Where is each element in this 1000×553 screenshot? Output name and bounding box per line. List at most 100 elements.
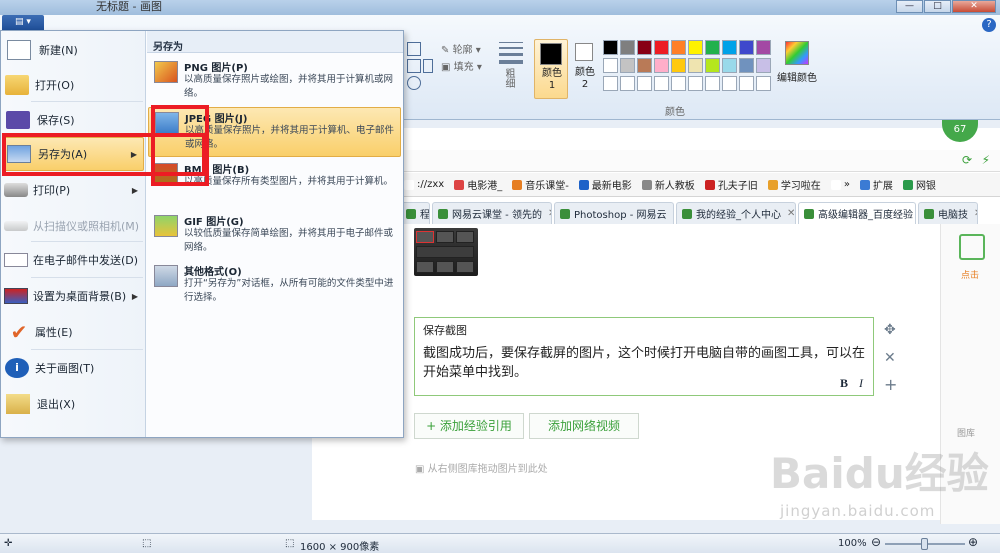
palette-color-swatch[interactable] [671, 58, 686, 73]
zoom-slider[interactable] [885, 538, 965, 550]
app-menu-item[interactable]: 保存(S) [3, 103, 144, 137]
palette-color-swatch[interactable] [603, 76, 618, 91]
palette-color-swatch[interactable] [705, 76, 720, 91]
triangle-shape-icon[interactable] [407, 42, 421, 56]
palette-color-swatch[interactable] [620, 40, 635, 55]
palette-color-swatch[interactable] [637, 76, 652, 91]
format-description: 以高质量保存照片或绘图，并将其用于计算机或网络。 [184, 74, 394, 99]
browser-tab[interactable]: 电脑技 ✕ [918, 202, 978, 224]
bookmark-item[interactable]: 学习啦在 [767, 177, 821, 192]
tab-close-icon[interactable]: ✕ [974, 208, 977, 219]
delete-icon[interactable]: ✕ [884, 350, 896, 366]
color1-button[interactable]: 颜色 1 [534, 39, 568, 99]
minimize-button[interactable]: — [896, 0, 923, 13]
edit-colors-button[interactable]: 编辑颜色 [777, 40, 817, 96]
palette-color-swatch[interactable] [722, 40, 737, 55]
browser-tab[interactable]: 我的经验_个人中心 ✕ [676, 202, 796, 224]
size-button[interactable]: 粗细 [495, 40, 527, 96]
save-format-option[interactable]: 其他格式(O) 打开“另存为”对话框，从所有可能的文件类型中进行选择。 [148, 261, 401, 311]
browser-tab[interactable]: 程序✕ [400, 202, 430, 224]
bookmark-item[interactable]: ://zxx [404, 179, 444, 190]
palette-color-swatch[interactable] [739, 76, 754, 91]
maximize-button[interactable]: □ [924, 0, 951, 13]
app-menu-item[interactable]: 退出(X) [3, 387, 144, 421]
palette-color-swatch[interactable] [637, 58, 652, 73]
side-click-label[interactable]: 点击 [961, 268, 979, 281]
paint-menu-button[interactable]: ▤ ▾ [2, 15, 44, 30]
palette-color-swatch[interactable] [688, 58, 703, 73]
move-icon[interactable]: ✥ [884, 322, 896, 338]
step-editor-box[interactable]: 保存截图 截图成功后，要保存截屏的图片，这个时候打开电脑自带的画图工具，可以在开… [414, 317, 874, 396]
palette-color-swatch[interactable] [620, 76, 635, 91]
add-icon[interactable]: + [884, 375, 897, 394]
callout-shape-icon[interactable] [407, 76, 421, 90]
bookmark-item[interactable]: 电影港_ [454, 177, 502, 192]
palette-color-swatch[interactable] [739, 40, 754, 55]
app-menu-item[interactable]: 打印(P) ▶ [3, 173, 144, 207]
palette-color-swatch[interactable] [705, 58, 720, 73]
step-body-text[interactable]: 截图成功后，要保存截屏的图片，这个时候打开电脑自带的画图工具，可以在开始菜单中找… [423, 344, 871, 382]
lightning-icon[interactable]: ⚡ [982, 153, 990, 167]
colors-group-label: 颜色 [665, 107, 685, 118]
palette-color-swatch[interactable] [722, 76, 737, 91]
zoom-slider-thumb[interactable] [921, 538, 928, 550]
step-title[interactable]: 保存截图 [423, 322, 467, 338]
add-video-button[interactable]: 添加网络视频 [529, 413, 639, 439]
keyboard-thumbnail[interactable] [414, 228, 478, 276]
tab-close-icon[interactable]: ✕ [787, 208, 795, 219]
app-menu-item[interactable]: i 关于画图(T) [3, 351, 144, 385]
app-menu-item[interactable]: ✔ 属性(E) [3, 315, 144, 349]
format-description: 以较低质量保存简单绘图，并将其用于电子邮件或网络。 [184, 228, 394, 253]
palette-color-swatch[interactable] [756, 40, 771, 55]
bookmark-item[interactable]: 新人教板 [641, 177, 695, 192]
palette-color-swatch[interactable] [654, 40, 669, 55]
app-menu-item[interactable]: 设置为桌面背景(B) ▶ [3, 279, 144, 313]
save-format-option[interactable]: GIF 图片(G) 以较低质量保存简单绘图，并将其用于电子邮件或网络。 [148, 211, 401, 261]
palette-color-swatch[interactable] [756, 76, 771, 91]
palette-row [603, 58, 775, 74]
bold-button[interactable]: B [840, 376, 848, 391]
help-icon[interactable]: ? [982, 18, 996, 32]
palette-color-swatch[interactable] [671, 76, 686, 91]
palette-color-swatch[interactable] [654, 58, 669, 73]
add-experience-reference-button[interactable]: + 添加经验引用 [414, 413, 524, 439]
fill-button[interactable]: ▣ 填充 ▾ [441, 58, 482, 73]
tab-close-icon[interactable]: ✕ [548, 208, 551, 219]
outline-button[interactable]: ✎ 轮廓 ▾ [441, 41, 481, 56]
color2-button[interactable]: 颜色 2 [570, 39, 600, 99]
refresh-icon[interactable]: ⟳ [962, 153, 972, 167]
palette-color-swatch[interactable] [603, 40, 618, 55]
palette-color-swatch[interactable] [603, 58, 618, 73]
bookmark-item[interactable]: 网银 [902, 177, 936, 192]
bookmark-item[interactable]: 扩展 [859, 177, 893, 192]
app-menu-item[interactable]: 新建(N) [3, 33, 144, 67]
browser-tab[interactable]: 高级编辑器_百度经验✕ [798, 202, 916, 224]
palette-color-swatch[interactable] [722, 58, 737, 73]
palette-color-swatch[interactable] [620, 58, 635, 73]
save-format-option[interactable]: PNG 图片(P) 以高质量保存照片或绘图，并将其用于计算机或网络。 [148, 57, 401, 107]
zoom-out-button[interactable]: ⊖ [871, 535, 881, 549]
browser-tab[interactable]: 网易云课堂 - 领先的 ✕ [432, 202, 552, 224]
palette-color-swatch[interactable] [756, 58, 771, 73]
palette-color-swatch[interactable] [688, 76, 703, 91]
palette-color-swatch[interactable] [637, 40, 652, 55]
palette-color-swatch[interactable] [654, 76, 669, 91]
bookmark-item[interactable]: 孔夫子旧 [704, 177, 758, 192]
palette-color-swatch[interactable] [705, 40, 720, 55]
app-menu-item[interactable]: 打开(O) [3, 68, 144, 102]
close-button[interactable]: ✕ [952, 0, 996, 13]
palette-color-swatch[interactable] [671, 40, 686, 55]
tab-close-icon[interactable]: ✕ [673, 208, 674, 219]
palette-color-swatch[interactable] [739, 58, 754, 73]
app-menu-item[interactable]: 在电子邮件中发送(D) [3, 243, 144, 277]
pentagon-shape-icon[interactable] [423, 59, 433, 73]
browser-tab[interactable]: Photoshop - 网易云 ✕ [554, 202, 674, 224]
bookmark-item[interactable]: » [830, 179, 850, 190]
bookmark-item[interactable]: 音乐课堂- [512, 177, 569, 192]
rhombus-shape-icon[interactable] [407, 59, 421, 73]
gallery-add-icon[interactable] [959, 234, 985, 260]
palette-color-swatch[interactable] [688, 40, 703, 55]
italic-button[interactable]: I [859, 376, 863, 391]
bookmark-item[interactable]: 最新电影 [578, 177, 632, 192]
zoom-in-button[interactable]: ⊕ [968, 535, 978, 549]
